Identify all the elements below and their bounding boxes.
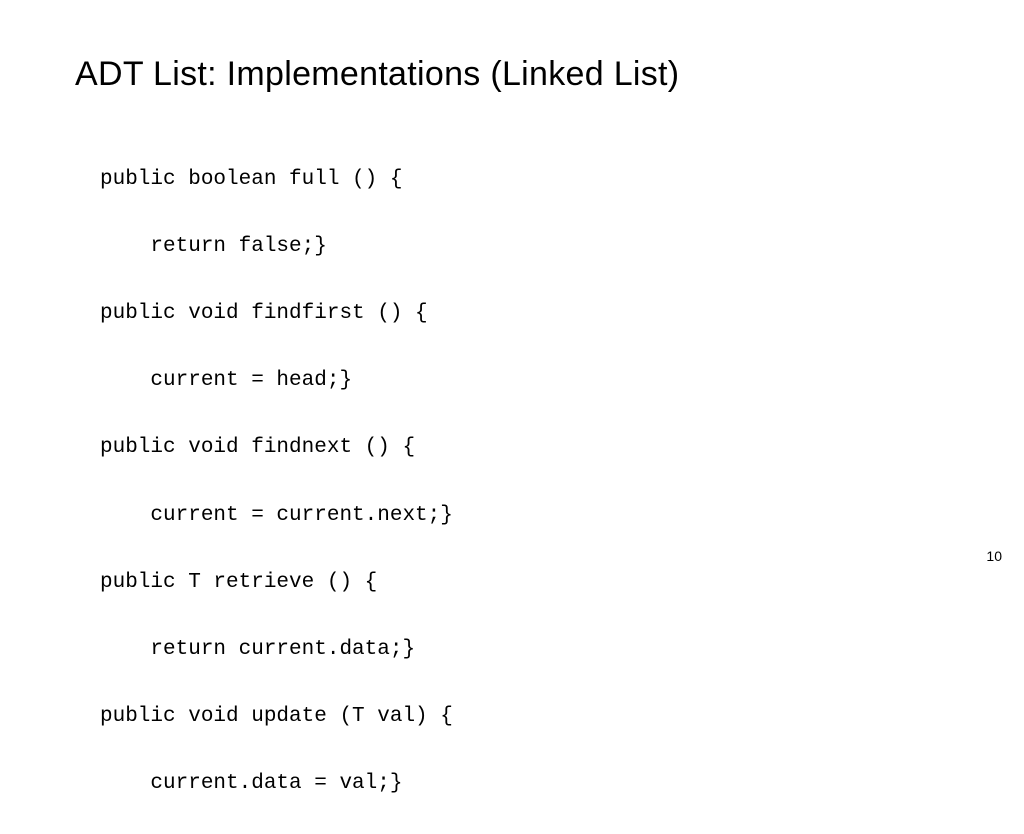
code-line: return current.data;} — [100, 633, 949, 667]
code-line: current = current.next;} — [100, 499, 949, 533]
code-block: public boolean full () { return false;} … — [75, 129, 949, 834]
code-line: public void findfirst () { — [100, 297, 949, 331]
code-line: public void update (T val) { — [100, 700, 949, 734]
page-number: 10 — [986, 548, 1002, 564]
code-line: public void findnext () { — [100, 431, 949, 465]
code-line: current = head;} — [100, 364, 949, 398]
code-line: public T retrieve () { — [100, 566, 949, 600]
code-line: public boolean full () { — [100, 163, 949, 197]
slide-title: ADT List: Implementations (Linked List) — [75, 55, 949, 94]
code-line: return false;} — [100, 230, 949, 264]
code-line: current.data = val;} — [100, 767, 949, 801]
